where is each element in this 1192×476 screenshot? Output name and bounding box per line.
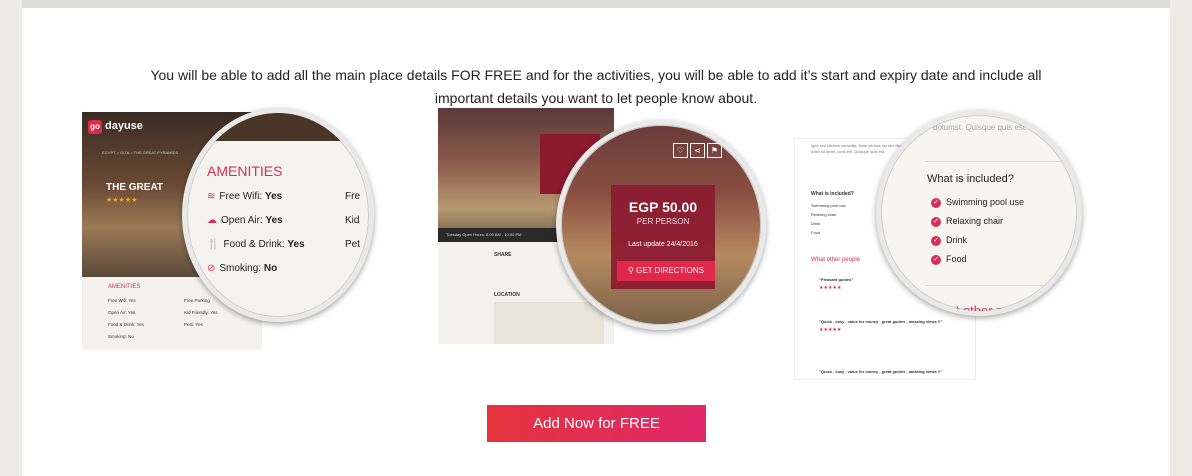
included-row: ✓ Swimming pool use bbox=[931, 197, 1024, 208]
amenity-item: Kid Friendly: Yes bbox=[184, 310, 218, 315]
breadcrumb: EGYPT > GIZA > THE GREAT PYRAMIDS bbox=[102, 150, 179, 155]
amenity-row-food: 🍴 Food & Drink: Yes bbox=[207, 239, 305, 250]
amenity-row-right: Kid bbox=[345, 215, 360, 226]
amenity-value: Yes bbox=[265, 215, 283, 226]
heart-icon: ♡ bbox=[673, 143, 688, 158]
intro-text: You will be able to add all the main pla… bbox=[122, 64, 1070, 110]
other-people-title: What other people bbox=[811, 257, 861, 263]
amenities-section-title: AMENITIES bbox=[108, 284, 141, 290]
what-included-heading: What is included? bbox=[927, 173, 1014, 185]
check-icon: ✓ bbox=[931, 235, 941, 246]
review-title: "Pleasant guides" bbox=[819, 277, 854, 282]
review-title: "Quick , easy , value for money , great … bbox=[819, 319, 943, 324]
intro-line-2: important details you want to let people… bbox=[434, 90, 758, 106]
share-icon: ⋖ bbox=[690, 143, 705, 158]
location-map bbox=[494, 302, 604, 344]
included-row: ✓ Relaxing chair bbox=[931, 216, 1003, 227]
amenity-row-right: Pet bbox=[345, 239, 361, 250]
amenity-item: Pets: Yes bbox=[184, 322, 203, 327]
amenity-label: Food & Drink: bbox=[223, 239, 285, 250]
included-row: ✓ Food bbox=[931, 254, 967, 265]
check-icon: ✓ bbox=[931, 254, 941, 265]
amenity-value: No bbox=[263, 263, 278, 274]
location-label: LOCATION bbox=[494, 292, 520, 298]
included-list: Swimming pool use Relaxing chair Drink F… bbox=[811, 201, 846, 237]
logo-text: dayuse bbox=[105, 120, 143, 132]
action-icons: ♡ ⋖ ⚑ bbox=[673, 143, 722, 158]
review-stars: ★★★★★ bbox=[819, 285, 842, 291]
included-item: Relaxing chair bbox=[811, 212, 837, 217]
price-magnifier: ♡ ⋖ ⚑ EGP 50.00 PER PERSON Last update 2… bbox=[556, 120, 766, 330]
amenities-list-left: Free Wifi: Yes Open Air: Yes Food & Drin… bbox=[108, 295, 144, 343]
magnifier-header-strip bbox=[187, 113, 369, 141]
amenity-item: Open Air: Yes bbox=[108, 310, 136, 315]
check-icon: ✓ bbox=[931, 216, 941, 227]
rating-stars: ★★★★★ bbox=[106, 197, 138, 204]
included-label: Relaxing chair bbox=[946, 216, 1004, 226]
map-pin-icon: ⚲ bbox=[628, 266, 637, 275]
top-divider bbox=[22, 0, 1170, 8]
amenities-list-right: Free Parking Kid Friendly: Yes Pets: Yes bbox=[184, 295, 218, 331]
content-panel: You will be able to add all the main pla… bbox=[22, 0, 1170, 476]
amenity-item: Smoking: No bbox=[108, 334, 134, 339]
included-label: Food bbox=[946, 254, 967, 264]
price-value: EGP 50.00 bbox=[628, 199, 698, 215]
logo-mark: go bbox=[88, 120, 102, 134]
no-smoking-icon: ⊘ bbox=[207, 263, 216, 274]
review-title: "Quick , easy , value for money , great … bbox=[819, 369, 943, 374]
amenities-magnifier: AMENITIES ≋ Free Wifi: Yes ☁ Open Air: Yes… bbox=[182, 108, 374, 322]
directions-label: GET DIRECTIONS bbox=[636, 266, 704, 275]
flag-icon: ⚑ bbox=[707, 143, 722, 158]
amenity-item: Free Wifi: Yes bbox=[108, 298, 136, 303]
add-now-free-button[interactable]: Add Now for FREE bbox=[487, 405, 706, 442]
amenity-row-smoking: ⊘ Smoking: No bbox=[207, 263, 277, 274]
included-row: ✓ Drink bbox=[931, 235, 967, 246]
amenity-row-wifi: ≋ Free Wifi: Yes bbox=[207, 191, 282, 202]
included-label: Drink bbox=[946, 235, 968, 245]
amenity-row-right: Fre bbox=[345, 191, 360, 202]
place-title: THE GREAT bbox=[106, 182, 164, 193]
cloud-icon: ☁ bbox=[207, 215, 217, 226]
amenity-label: Open Air: bbox=[221, 215, 263, 226]
included-label: Swimming pool use bbox=[946, 197, 1025, 207]
amenity-label: Free Wifi: bbox=[219, 191, 263, 202]
included-magnifier: dolumst. Quisque quis est. What is inclu… bbox=[876, 110, 1082, 316]
price-unit: PER PERSON bbox=[636, 217, 690, 226]
included-item: Food bbox=[811, 230, 821, 235]
divider bbox=[925, 285, 1075, 286]
what-included-title: What is included? bbox=[811, 191, 854, 197]
amenity-row-open-air: ☁ Open Air: Yes bbox=[207, 215, 283, 226]
wifi-icon: ≋ bbox=[207, 191, 216, 202]
intro-line-1: You will be able to add all the main pla… bbox=[150, 67, 1042, 83]
amenity-item: Free Parking bbox=[184, 298, 210, 303]
get-directions-button: ⚲ GET DIRECTIONS bbox=[617, 261, 715, 281]
amenity-item: Food & Drink: Yes bbox=[108, 322, 145, 327]
amenity-value: Yes bbox=[264, 191, 283, 202]
last-update: Last update 24/4/2016 bbox=[628, 241, 698, 248]
amenities-zoom-heading: AMENITIES bbox=[207, 163, 283, 179]
divider bbox=[925, 161, 1075, 162]
review-stars: ★★★★★ bbox=[819, 327, 842, 333]
check-icon: ✓ bbox=[931, 197, 941, 208]
included-item: Drink bbox=[811, 221, 821, 226]
zoom-top-text: dolumst. Quisque quis est. bbox=[933, 123, 1028, 132]
fork-knife-icon: 🍴 bbox=[207, 239, 220, 250]
amenity-label: Smoking: bbox=[219, 263, 262, 274]
amenity-value: Yes bbox=[287, 239, 305, 250]
share-label: SHARE bbox=[494, 252, 512, 258]
included-item: Swimming pool use bbox=[811, 203, 846, 208]
